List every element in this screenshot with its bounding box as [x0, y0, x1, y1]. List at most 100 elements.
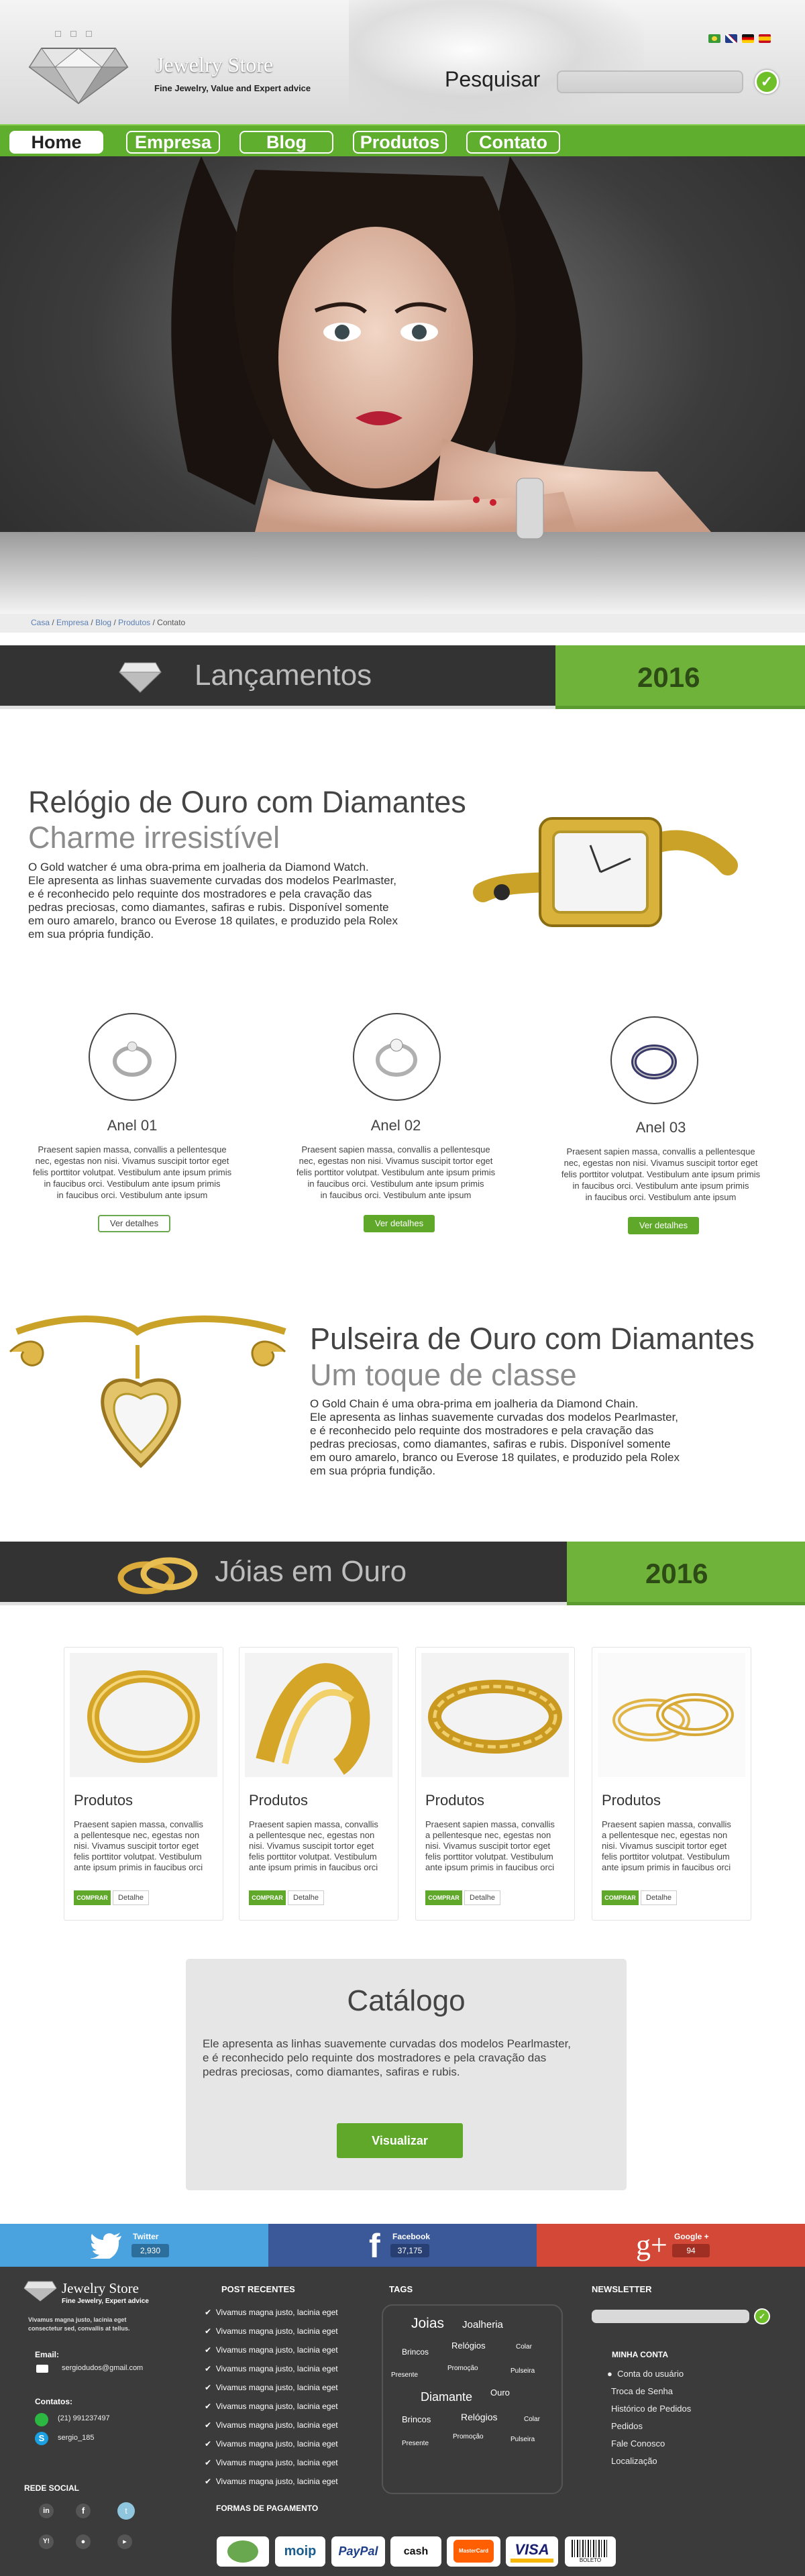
footer-phone[interactable]: (21) 991237497: [58, 2414, 110, 2422]
account-link[interactable]: Localização: [611, 2456, 657, 2466]
payment-bcash: cash: [390, 2536, 441, 2567]
facebook-small-icon[interactable]: f: [76, 2504, 91, 2518]
product-card[interactable]: Produtos Praesent sapien massa, convalli…: [64, 1647, 223, 1921]
product-image[interactable]: [598, 1653, 745, 1777]
detail-button[interactable]: Detalhe: [288, 1890, 324, 1905]
product-title[interactable]: Produtos: [602, 1792, 661, 1809]
ring-01-circle[interactable]: [89, 1013, 176, 1101]
facebook-block[interactable]: f Facebook 37,175: [268, 2224, 537, 2267]
tag[interactable]: Promoção: [453, 2433, 484, 2440]
tag[interactable]: Joalheria: [462, 2319, 503, 2330]
detail-button[interactable]: Detalhe: [641, 1890, 677, 1905]
ring-01-details-button[interactable]: Ver detalhes: [98, 1215, 170, 1232]
flag-brazil-icon[interactable]: [708, 34, 720, 43]
flag-spain-icon[interactable]: [759, 34, 771, 43]
ring-03-text: Praesent sapien massa, convallis a pelle…: [561, 1146, 761, 1202]
search-submit-button[interactable]: ✓: [755, 70, 779, 94]
recent-post-item[interactable]: ✔ Vivamus magna justo, lacinia eget: [205, 2439, 338, 2449]
ring-03-circle[interactable]: [610, 1016, 698, 1104]
footer-logo-title[interactable]: Jewelry Store: [62, 2280, 139, 2297]
launches-title: Lançamentos: [195, 659, 372, 692]
twitter-small-icon[interactable]: t: [117, 2502, 135, 2520]
recent-post-item[interactable]: ✔ Vivamus magna justo, lacinia eget: [205, 2364, 338, 2373]
buy-button[interactable]: COMPRAR: [602, 1890, 639, 1905]
breadcrumb-blog[interactable]: Blog: [95, 618, 111, 627]
tag[interactable]: Colar: [516, 2343, 532, 2351]
tag[interactable]: Colar: [524, 2416, 540, 2423]
buy-button[interactable]: COMPRAR: [249, 1890, 286, 1905]
detail-button[interactable]: Detalhe: [464, 1890, 500, 1905]
tag[interactable]: Joias: [411, 2316, 444, 2332]
footer-email[interactable]: sergiodudos@gmail.com: [62, 2364, 143, 2372]
buy-button[interactable]: COMPRAR: [74, 1890, 111, 1905]
nav-blog[interactable]: Blog: [239, 131, 333, 154]
logo-title[interactable]: Jewelry Store: [156, 52, 273, 77]
tag[interactable]: Presente: [402, 2440, 429, 2447]
product-card[interactable]: Produtos Praesent sapien massa, convalli…: [592, 1647, 751, 1921]
catalog-view-button[interactable]: Visualizar: [337, 2123, 463, 2158]
ring-03-details-button[interactable]: Ver detalhes: [628, 1217, 699, 1234]
google-plus-block[interactable]: g+ Google + 94: [537, 2224, 805, 2267]
ring-02-details-button[interactable]: Ver detalhes: [364, 1215, 435, 1232]
nav-contato[interactable]: Contato: [466, 131, 560, 154]
site-header: Jewelry Store Fine Jewelry, Value and Ex…: [0, 0, 805, 124]
github-icon[interactable]: ●: [76, 2534, 91, 2549]
product-title[interactable]: Produtos: [249, 1792, 308, 1809]
recent-post-item[interactable]: ✔ Vivamus magna justo, lacinia eget: [205, 2345, 338, 2355]
account-link[interactable]: Pedidos: [611, 2421, 643, 2431]
tags-heading: TAGS: [389, 2284, 413, 2294]
breadcrumb-produtos[interactable]: Produtos: [118, 618, 150, 627]
rss-icon[interactable]: ▸: [117, 2534, 132, 2549]
tag[interactable]: Pulseira: [511, 2436, 535, 2443]
newsletter-submit-button[interactable]: ✓: [754, 2308, 770, 2324]
buy-button[interactable]: COMPRAR: [425, 1890, 462, 1905]
account-link[interactable]: Histórico de Pedidos: [611, 2404, 691, 2414]
nav-home[interactable]: Home: [9, 131, 103, 154]
tag[interactable]: Diamante: [421, 2390, 472, 2404]
product-card[interactable]: Produtos Praesent sapien massa, convalli…: [239, 1647, 398, 1921]
detail-button[interactable]: Detalhe: [113, 1890, 149, 1905]
tag[interactable]: Ouro: [490, 2387, 510, 2398]
site-footer: Jewelry Store Fine Jewelry, Expert advic…: [0, 2267, 805, 2576]
linkedin-icon[interactable]: in: [39, 2504, 54, 2518]
recent-post-item[interactable]: ✔ Vivamus magna justo, lacinia eget: [205, 2402, 338, 2411]
search-input[interactable]: [557, 70, 743, 93]
recent-post-item[interactable]: ✔ Vivamus magna justo, lacinia eget: [205, 2326, 338, 2336]
tag[interactable]: Pulseira: [511, 2367, 535, 2375]
nav-empresa[interactable]: Empresa: [126, 131, 220, 154]
recent-post-item[interactable]: ✔ Vivamus magna justo, lacinia eget: [205, 2458, 338, 2467]
twitter-count: 2,930: [131, 2244, 169, 2257]
product-title[interactable]: Produtos: [425, 1792, 484, 1809]
yahoo-icon[interactable]: Y!: [39, 2534, 54, 2549]
account-link[interactable]: ● Conta do usuário: [607, 2369, 684, 2379]
product-title[interactable]: Produtos: [74, 1792, 133, 1809]
product-description: Praesent sapien massa, convallis a pellen…: [425, 1819, 555, 1872]
tag[interactable]: Relógios: [461, 2412, 497, 2422]
watch-title: Relógio de Ouro com Diamantes: [28, 785, 466, 819]
tag[interactable]: Presente: [391, 2371, 418, 2379]
recent-post-item[interactable]: ✔ Vivamus magna justo, lacinia eget: [205, 2308, 338, 2317]
recent-post-item[interactable]: ✔ Vivamus magna justo, lacinia eget: [205, 2420, 338, 2430]
breadcrumb-casa[interactable]: Casa: [31, 618, 50, 627]
product-card[interactable]: Produtos Praesent sapien massa, convalli…: [415, 1647, 575, 1921]
account-link[interactable]: Fale Conosco: [611, 2438, 665, 2449]
tag[interactable]: Relógios: [451, 2341, 486, 2351]
tag[interactable]: Brincos: [402, 2414, 431, 2424]
product-image[interactable]: [421, 1653, 569, 1777]
account-link[interactable]: Troca de Senha: [611, 2386, 673, 2396]
breadcrumb-empresa[interactable]: Empresa: [56, 618, 89, 627]
flag-germany-icon[interactable]: [742, 34, 754, 43]
recent-post-item[interactable]: ✔ Vivamus magna justo, lacinia eget: [205, 2383, 338, 2392]
page: Jewelry Store Fine Jewelry, Value and Ex…: [0, 0, 805, 2576]
footer-skype[interactable]: sergio_185: [58, 2434, 94, 2442]
product-image[interactable]: [245, 1653, 392, 1777]
tag[interactable]: Brincos: [402, 2347, 429, 2357]
newsletter-input[interactable]: [592, 2310, 749, 2323]
product-image[interactable]: [70, 1653, 217, 1777]
recent-post-item[interactable]: ✔ Vivamus magna justo, lacinia eget: [205, 2477, 338, 2486]
twitter-block[interactable]: Twitter 2,930: [0, 2224, 268, 2267]
nav-produtos[interactable]: Produtos: [353, 131, 447, 154]
tag[interactable]: Promoção: [447, 2365, 478, 2372]
flag-uk-icon[interactable]: [725, 34, 737, 43]
ring-02-circle[interactable]: [353, 1013, 441, 1101]
